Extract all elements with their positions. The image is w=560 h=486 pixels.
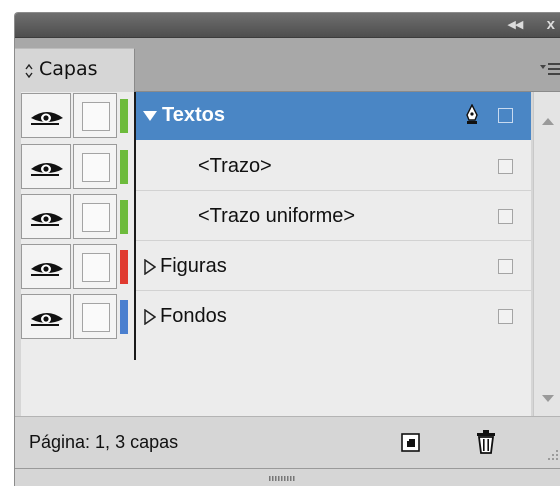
- collapse-panel-icon[interactable]: ◂◂: [508, 14, 523, 36]
- row-divider: [136, 290, 531, 291]
- row-divider: [136, 240, 531, 241]
- layer-color-swatch: [120, 150, 128, 184]
- object-name: <Trazo uniforme>: [198, 205, 356, 227]
- sort-arrows-icon: [25, 64, 33, 78]
- layer-name-area[interactable]: <Trazo>: [136, 143, 531, 191]
- lock-box: [82, 102, 110, 131]
- drag-handle-icon[interactable]: [269, 476, 295, 481]
- status-text: Página: 1, 3 capas: [29, 432, 179, 452]
- layer-name-area[interactable]: <Trazo uniforme>: [136, 193, 531, 241]
- collapsed-triangle-icon[interactable]: [144, 259, 156, 275]
- layers-divider-line: [134, 92, 136, 360]
- layer-name: Textos: [162, 104, 225, 126]
- layers-list: Textos <Trazo> <Trazo uniforme> Figuras …: [21, 92, 531, 416]
- lock-box: [82, 203, 110, 232]
- eye-icon: [31, 213, 63, 226]
- visibility-toggle[interactable]: [21, 294, 71, 339]
- layer-name-area[interactable]: Fondos: [136, 293, 531, 341]
- pen-nib-icon: [466, 104, 478, 124]
- layer-row-trazo[interactable]: <Trazo>: [21, 143, 531, 191]
- layer-name-area[interactable]: Textos: [136, 92, 531, 140]
- target-square[interactable]: [498, 209, 513, 224]
- object-name: <Trazo>: [198, 155, 272, 177]
- tab-label: Capas: [39, 58, 98, 80]
- panel-bottom-grip[interactable]: [15, 468, 560, 486]
- tab-capas[interactable]: Capas: [15, 48, 135, 92]
- layer-name-area[interactable]: Figuras: [136, 243, 531, 291]
- target-square[interactable]: [498, 108, 513, 123]
- layer-row-trazo-uniforme[interactable]: <Trazo uniforme>: [21, 193, 531, 241]
- layer-name: Figuras: [160, 255, 227, 277]
- visibility-toggle[interactable]: [21, 244, 71, 289]
- lock-box: [82, 253, 110, 282]
- scroll-up-arrow-icon[interactable]: [541, 116, 555, 126]
- lock-toggle[interactable]: [73, 244, 117, 289]
- row-divider: [136, 190, 531, 191]
- eye-icon: [31, 313, 63, 326]
- eye-icon: [31, 263, 63, 276]
- target-square[interactable]: [498, 309, 513, 324]
- layer-color-swatch: [120, 250, 128, 284]
- panel-title-bar: ◂◂ x: [15, 13, 560, 38]
- lock-box: [82, 303, 110, 332]
- layer-row-textos[interactable]: Textos: [21, 92, 531, 140]
- lock-toggle[interactable]: [73, 93, 117, 138]
- collapsed-triangle-icon[interactable]: [144, 309, 156, 325]
- visibility-toggle[interactable]: [21, 194, 71, 239]
- layer-color-swatch: [120, 300, 128, 334]
- layer-row-fondos[interactable]: Fondos: [21, 293, 531, 341]
- target-square[interactable]: [498, 259, 513, 274]
- eye-icon: [31, 112, 63, 125]
- panel-menu-icon[interactable]: [539, 61, 560, 77]
- layer-name: Fondos: [160, 305, 227, 327]
- layers-panel: ◂◂ x Capas Textos <Trazo> <Trazo uniform…: [14, 12, 560, 486]
- visibility-toggle[interactable]: [21, 93, 71, 138]
- layer-color-swatch: [120, 200, 128, 234]
- layer-row-figuras[interactable]: Figuras: [21, 243, 531, 291]
- layer-color-swatch: [120, 99, 128, 133]
- expanded-triangle-icon[interactable]: [142, 110, 158, 122]
- panel-status-bar: Página: 1, 3 capas: [15, 416, 560, 469]
- lock-box: [82, 153, 110, 182]
- panel-tab-bar: Capas: [15, 38, 560, 92]
- lock-toggle[interactable]: [73, 194, 117, 239]
- close-panel-icon[interactable]: x: [547, 14, 555, 36]
- lock-toggle[interactable]: [73, 144, 117, 189]
- eye-icon: [31, 163, 63, 176]
- lock-toggle[interactable]: [73, 294, 117, 339]
- resize-grip-icon[interactable]: [545, 447, 559, 461]
- scroll-down-arrow-icon[interactable]: [541, 394, 555, 404]
- trash-icon[interactable]: [475, 429, 497, 455]
- visibility-toggle[interactable]: [21, 144, 71, 189]
- new-layer-icon[interactable]: [401, 433, 421, 453]
- vertical-scrollbar[interactable]: [533, 92, 560, 416]
- target-square[interactable]: [498, 159, 513, 174]
